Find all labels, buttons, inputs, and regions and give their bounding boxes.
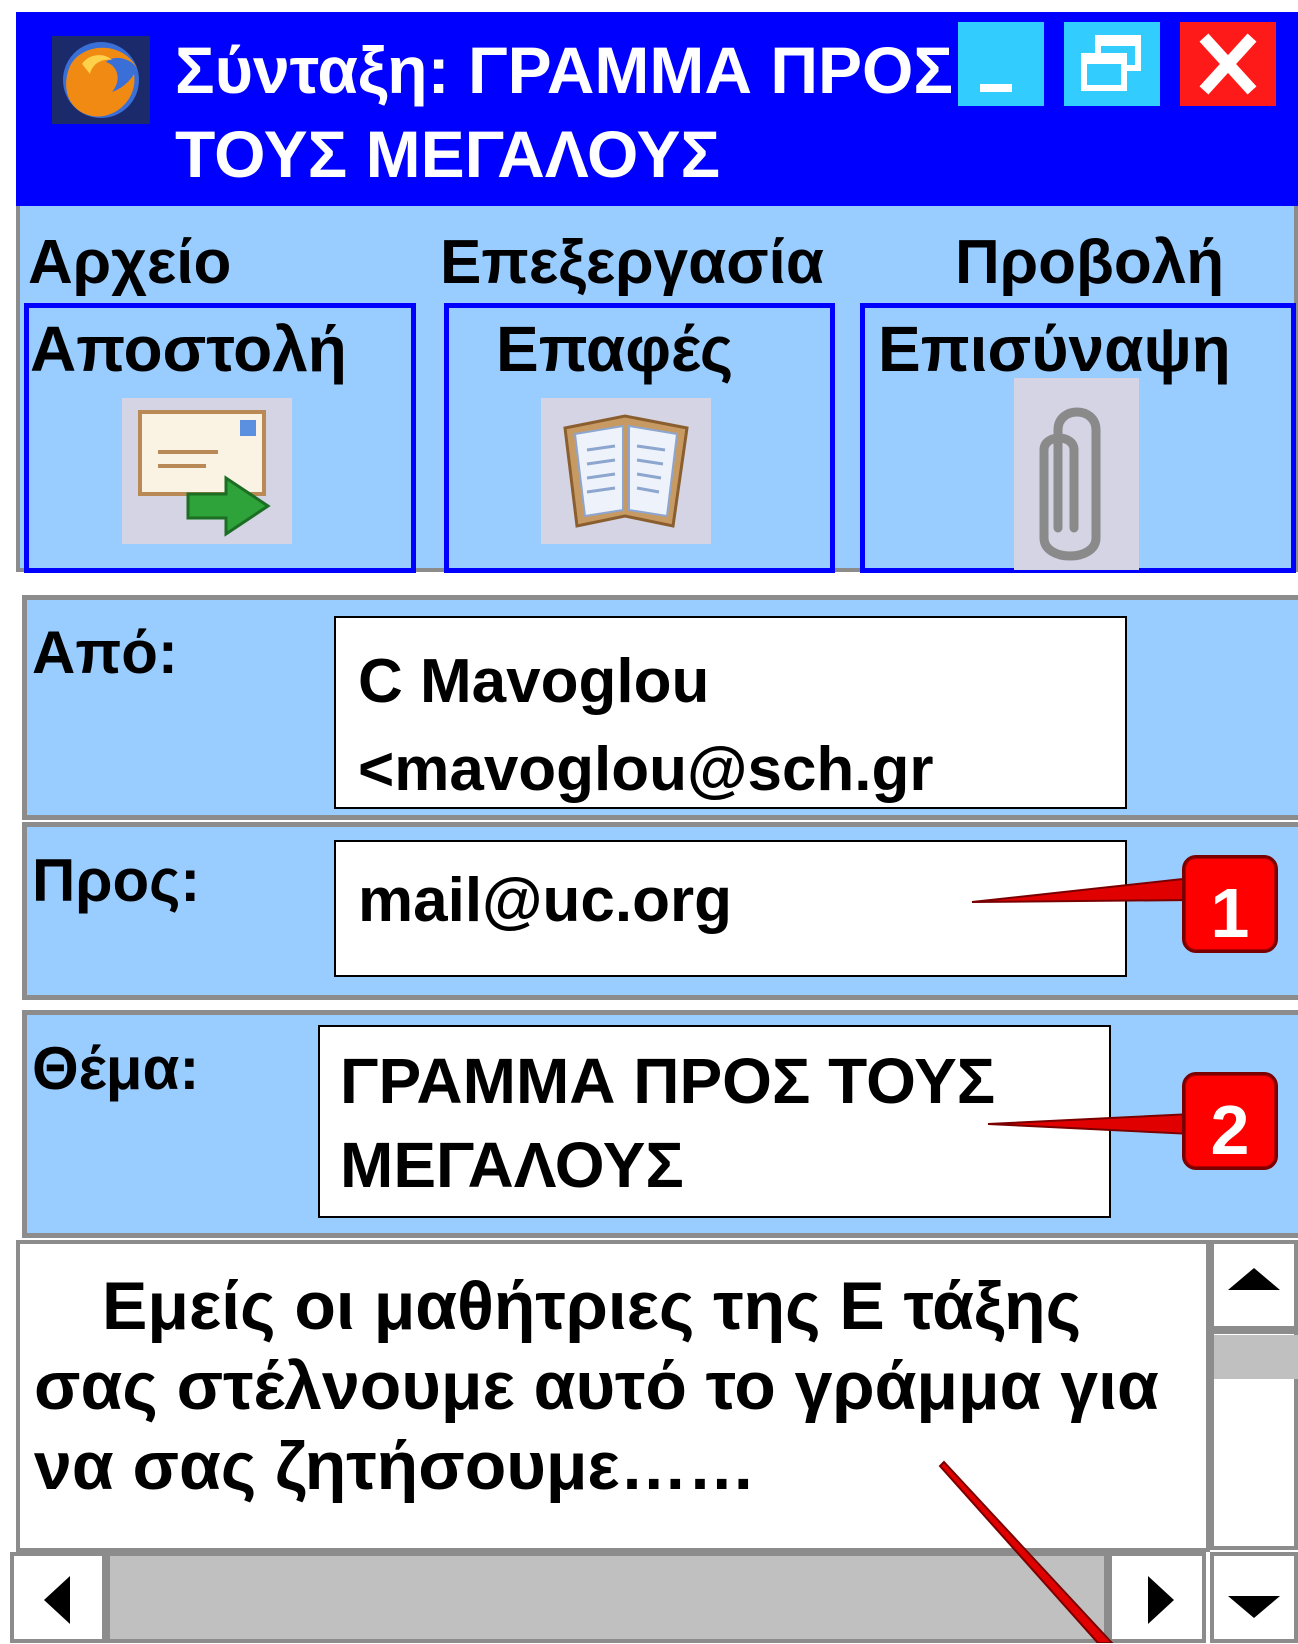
callout-1: 1	[1182, 855, 1278, 953]
message-text: Εμείς οι μαθήτριες της Ε τάξης σας στέλν…	[34, 1266, 1194, 1506]
subject-field[interactable]: ΓΡΑΜΜΑ ΠΡΟΣ ΤΟΥΣ ΜΕΓΑΛΟΥΣ	[318, 1025, 1111, 1218]
close-button[interactable]	[1180, 22, 1276, 106]
callout-2: 2	[1182, 1072, 1278, 1170]
to-field[interactable]: mail@uc.org	[334, 840, 1127, 977]
menu-view[interactable]: Προβολή	[955, 228, 1224, 298]
subject-label: Θέμα:	[32, 1035, 200, 1102]
scroll-down-button[interactable]	[1210, 1552, 1298, 1643]
horizontal-scroll-track[interactable]	[106, 1552, 1108, 1643]
from-label: Από:	[32, 619, 178, 686]
restore-icon	[1081, 35, 1141, 91]
scroll-right-button[interactable]	[1108, 1552, 1206, 1643]
minimize-icon	[980, 84, 1012, 92]
minimize-button[interactable]	[958, 22, 1044, 106]
from-field[interactable]: C Mavoglou <mavoglou@sch.gr	[334, 616, 1127, 809]
message-body-text: Εμείς οι μαθήτριες της Ε τάξης σας στέλν…	[34, 1268, 1159, 1504]
close-icon	[1199, 33, 1257, 95]
arrow-up-icon	[1228, 1268, 1280, 1290]
firefox-globe-icon	[52, 36, 150, 124]
scroll-left-button[interactable]	[10, 1552, 106, 1643]
paperclip-icon	[1014, 378, 1139, 570]
restore-button[interactable]	[1064, 22, 1160, 106]
arrow-left-icon	[44, 1576, 70, 1624]
arrow-right-icon	[1148, 1576, 1174, 1624]
arrow-down-icon	[1228, 1596, 1280, 1618]
vertical-scroll-thumb[interactable]	[1214, 1335, 1298, 1379]
menu-file[interactable]: Αρχείο	[28, 228, 231, 298]
send-label: Αποστολή	[30, 313, 347, 385]
send-mail-icon	[122, 398, 292, 544]
scroll-up-button[interactable]	[1210, 1240, 1298, 1330]
menu-edit[interactable]: Επεξεργασία	[440, 228, 824, 298]
address-book-icon	[541, 398, 711, 544]
attach-label: Επισύναψη	[878, 313, 1231, 385]
contacts-label: Επαφές	[496, 313, 734, 385]
to-label: Προς:	[32, 847, 201, 914]
